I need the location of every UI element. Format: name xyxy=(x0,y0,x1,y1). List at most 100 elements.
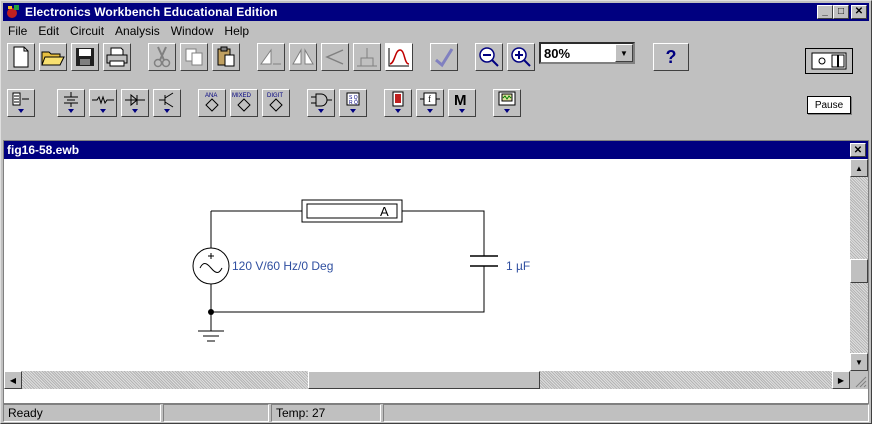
svg-text:MIXED: MIXED xyxy=(232,93,252,99)
minimize-icon: _ xyxy=(822,6,828,17)
scroll-right-button[interactable]: ▶ xyxy=(832,371,850,389)
rotate-button[interactable] xyxy=(257,43,285,71)
basic-bin-button[interactable] xyxy=(89,89,117,117)
document-title: fig16-58.ewb xyxy=(7,143,80,157)
power-switch[interactable] xyxy=(805,48,853,74)
paste-button[interactable] xyxy=(212,43,240,71)
zoom-out-icon xyxy=(479,47,499,67)
svg-text:M: M xyxy=(454,92,467,109)
ac-voltage-source[interactable] xyxy=(192,247,230,285)
circuit-schematic: A 120 V/60 Hz/0 Deg 1 µF xyxy=(192,199,530,342)
print-button[interactable] xyxy=(103,43,131,71)
flip-horizontal-button[interactable] xyxy=(289,43,317,71)
flip-horizontal-icon xyxy=(292,48,314,65)
horizontal-scrollbar[interactable]: ◀ ▶ xyxy=(4,371,850,389)
favorites-bin-button[interactable] xyxy=(7,89,35,117)
arrow-right-icon: ▶ xyxy=(837,375,845,385)
diode-icon xyxy=(125,93,145,113)
document-close-button[interactable]: ✕ xyxy=(850,143,866,157)
pause-button[interactable]: Pause xyxy=(807,96,851,114)
graph-icon xyxy=(388,48,410,67)
copy-button[interactable] xyxy=(180,43,208,71)
transistors-bin-button[interactable] xyxy=(153,89,181,117)
horizontal-scroll-thumb[interactable] xyxy=(308,371,540,389)
analog-ics-bin-button[interactable]: ANA xyxy=(198,89,226,117)
miscellaneous-bin-button[interactable]: M xyxy=(448,89,476,117)
arrow-down-icon: ▼ xyxy=(855,357,863,367)
svg-text:R Q: R Q xyxy=(349,100,358,106)
menu-help[interactable]: Help xyxy=(219,24,255,38)
parts-bin-toolbar: ANA MIXED DIGIT S QR Q f M Pause xyxy=(3,89,869,139)
instruments-icon xyxy=(498,91,516,113)
size-grip[interactable] xyxy=(850,371,868,389)
close-button[interactable]: ✕ xyxy=(851,5,867,19)
open-button[interactable] xyxy=(39,43,67,71)
document-title-bar[interactable]: fig16-58.ewb ✕ xyxy=(4,141,868,159)
save-button[interactable] xyxy=(71,43,99,71)
scroll-down-button[interactable]: ▼ xyxy=(850,353,868,371)
zoom-in-icon xyxy=(511,47,531,67)
zoom-value: 80% xyxy=(544,45,571,61)
temperature-label: Temp: 27 xyxy=(276,406,326,420)
wire-cap-bottom xyxy=(211,274,485,313)
subcircuit-check-icon xyxy=(435,48,454,68)
title-bar[interactable]: Electronics Workbench Educational Editio… xyxy=(3,3,869,21)
mixed-ics-bin-button[interactable]: MIXED xyxy=(230,89,258,117)
minimize-button[interactable]: _ xyxy=(817,5,833,19)
vertical-scrollbar[interactable]: ▲ ▼ xyxy=(850,159,868,371)
sources-bin-button[interactable] xyxy=(57,89,85,117)
power-switch-icon xyxy=(811,52,847,70)
capacitor-label: 1 µF xyxy=(506,259,530,273)
menu-bar: File Edit Circuit Analysis Window Help xyxy=(3,22,255,40)
menu-edit[interactable]: Edit xyxy=(33,24,65,38)
status-pane-extra xyxy=(383,404,869,422)
menu-analysis[interactable]: Analysis xyxy=(110,24,166,38)
favorites-bin-icon xyxy=(12,92,29,113)
controls-icon: f xyxy=(420,92,440,113)
subcircuit-button[interactable] xyxy=(430,43,458,71)
scroll-up-button[interactable]: ▲ xyxy=(850,159,868,177)
ammeter[interactable]: A xyxy=(301,199,403,223)
status-bar: Ready Temp: 27 xyxy=(3,404,869,423)
zoom-graph-button[interactable] xyxy=(385,43,413,71)
logic-gates-bin-button[interactable] xyxy=(307,89,335,117)
chevron-down-icon[interactable]: ▼ xyxy=(615,44,633,62)
component-properties-icon xyxy=(357,48,377,67)
cut-button[interactable] xyxy=(148,43,176,71)
circuit-canvas[interactable]: A 120 V/60 Hz/0 Deg 1 µF xyxy=(4,159,850,371)
status-label: Ready xyxy=(8,406,43,420)
zoom-select[interactable]: 80% ▼ xyxy=(539,42,635,64)
close-icon: ✕ xyxy=(853,144,863,156)
vertical-scroll-thumb[interactable] xyxy=(850,259,868,283)
component-properties-button[interactable] xyxy=(353,43,381,71)
scroll-left-button[interactable]: ◀ xyxy=(4,371,22,389)
flip-vertical-button[interactable] xyxy=(321,43,349,71)
arrow-left-icon: ◀ xyxy=(9,375,17,385)
ground-symbol[interactable] xyxy=(198,330,224,342)
transistor-icon xyxy=(159,92,174,113)
scissors-icon xyxy=(153,46,171,68)
capacitor[interactable] xyxy=(470,255,498,274)
digital-bin-button[interactable]: S QR Q xyxy=(339,89,367,117)
paste-icon xyxy=(217,46,235,67)
menu-circuit[interactable]: Circuit xyxy=(65,24,110,38)
svg-text:ANA: ANA xyxy=(205,93,217,99)
status-pane-empty xyxy=(163,404,269,422)
misc-m-icon: M xyxy=(454,92,467,113)
new-button[interactable] xyxy=(7,43,35,71)
pause-label: Pause xyxy=(814,99,844,111)
mixed-ic-icon: MIXED xyxy=(232,93,252,112)
indicators-bin-button[interactable] xyxy=(384,89,412,117)
instruments-bin-button[interactable] xyxy=(493,89,521,117)
printer-icon xyxy=(106,47,128,67)
digital-ics-bin-button[interactable]: DIGIT xyxy=(262,89,290,117)
help-button[interactable]: ? xyxy=(653,43,689,71)
controls-bin-button[interactable]: f xyxy=(416,89,444,117)
menu-file[interactable]: File xyxy=(3,24,33,38)
copy-icon xyxy=(185,48,203,66)
menu-window[interactable]: Window xyxy=(166,24,220,38)
zoom-in-button[interactable] xyxy=(507,43,535,71)
zoom-out-button[interactable] xyxy=(475,43,503,71)
diodes-bin-button[interactable] xyxy=(121,89,149,117)
maximize-button[interactable]: □ xyxy=(833,5,849,19)
